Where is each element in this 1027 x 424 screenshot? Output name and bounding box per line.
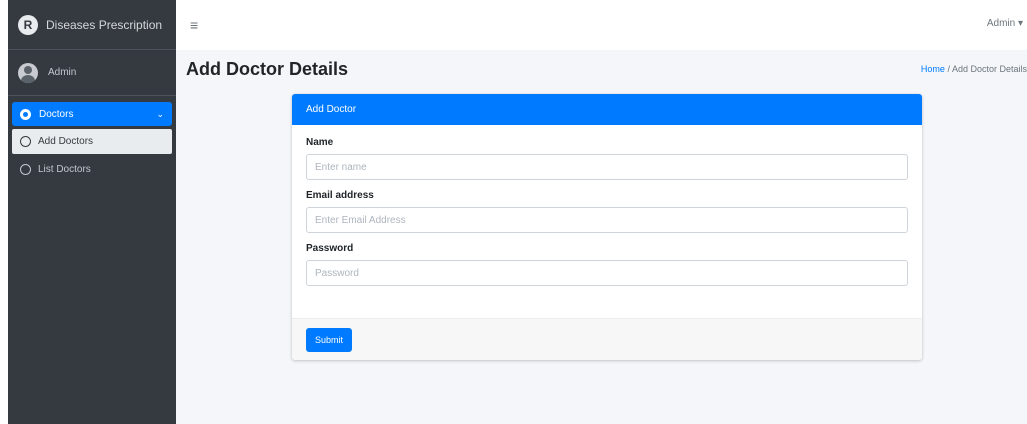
sidebar: R Diseases Prescription Admin Doctors ⌄ … — [8, 0, 176, 424]
card-footer: Submit — [292, 318, 922, 360]
brand-name: Diseases Prescription — [46, 17, 163, 32]
email-input[interactable] — [306, 207, 908, 233]
breadcrumb: Home / Add Doctor Details — [921, 64, 1027, 74]
password-label: Password — [306, 243, 354, 254]
password-input[interactable] — [306, 260, 908, 286]
sidebar-item-list-doctors[interactable]: List Doctors — [12, 157, 172, 182]
add-doctor-card: Add Doctor Name Email address Password S… — [292, 94, 922, 360]
password-group: Password — [306, 243, 908, 286]
sidebar-item-doctors[interactable]: Doctors ⌄ — [12, 102, 172, 126]
user-panel[interactable]: Admin — [8, 50, 176, 96]
email-label: Email address — [306, 190, 374, 201]
name-input[interactable] — [306, 154, 908, 180]
menu-toggle-icon[interactable]: ≡ — [190, 17, 198, 33]
submit-button[interactable]: Submit — [306, 327, 353, 352]
card-header: Add Doctor — [292, 94, 922, 125]
avatar — [18, 62, 38, 83]
circle-icon — [20, 164, 31, 175]
admin-dropdown[interactable]: Admin ▾ — [987, 18, 1023, 29]
sidebar-item-add-doctors[interactable]: Add Doctors — [12, 129, 172, 154]
content-wrapper: Add Doctor Details Home / Add Doctor Det… — [176, 50, 1027, 424]
sidebar-nav: Doctors ⌄ Add Doctors List Doctors — [8, 96, 176, 182]
brand-link[interactable]: R Diseases Prescription — [8, 0, 176, 50]
breadcrumb-current: Add Doctor Details — [951, 64, 1027, 74]
name-label: Name — [306, 137, 334, 148]
name-group: Name — [306, 137, 908, 180]
sidebar-item-label: Add Doctors — [38, 136, 94, 147]
sidebar-item-label: List Doctors — [38, 164, 91, 175]
page-title: Add Doctor Details — [186, 59, 349, 79]
chevron-down-icon: ⌄ — [156, 108, 164, 119]
top-navbar: ≡ Admin ▾ — [176, 0, 1027, 50]
user-name: Admin — [48, 67, 77, 78]
brand-logo-icon: R — [18, 14, 38, 35]
breadcrumb-home-link[interactable]: Home — [921, 64, 945, 74]
user-group-icon — [20, 108, 31, 120]
sidebar-item-label: Doctors — [39, 108, 74, 120]
breadcrumb-separator: / — [944, 64, 952, 74]
email-group: Email address — [306, 190, 908, 233]
circle-icon — [20, 136, 31, 147]
card-body: Name Email address Password — [292, 125, 922, 286]
